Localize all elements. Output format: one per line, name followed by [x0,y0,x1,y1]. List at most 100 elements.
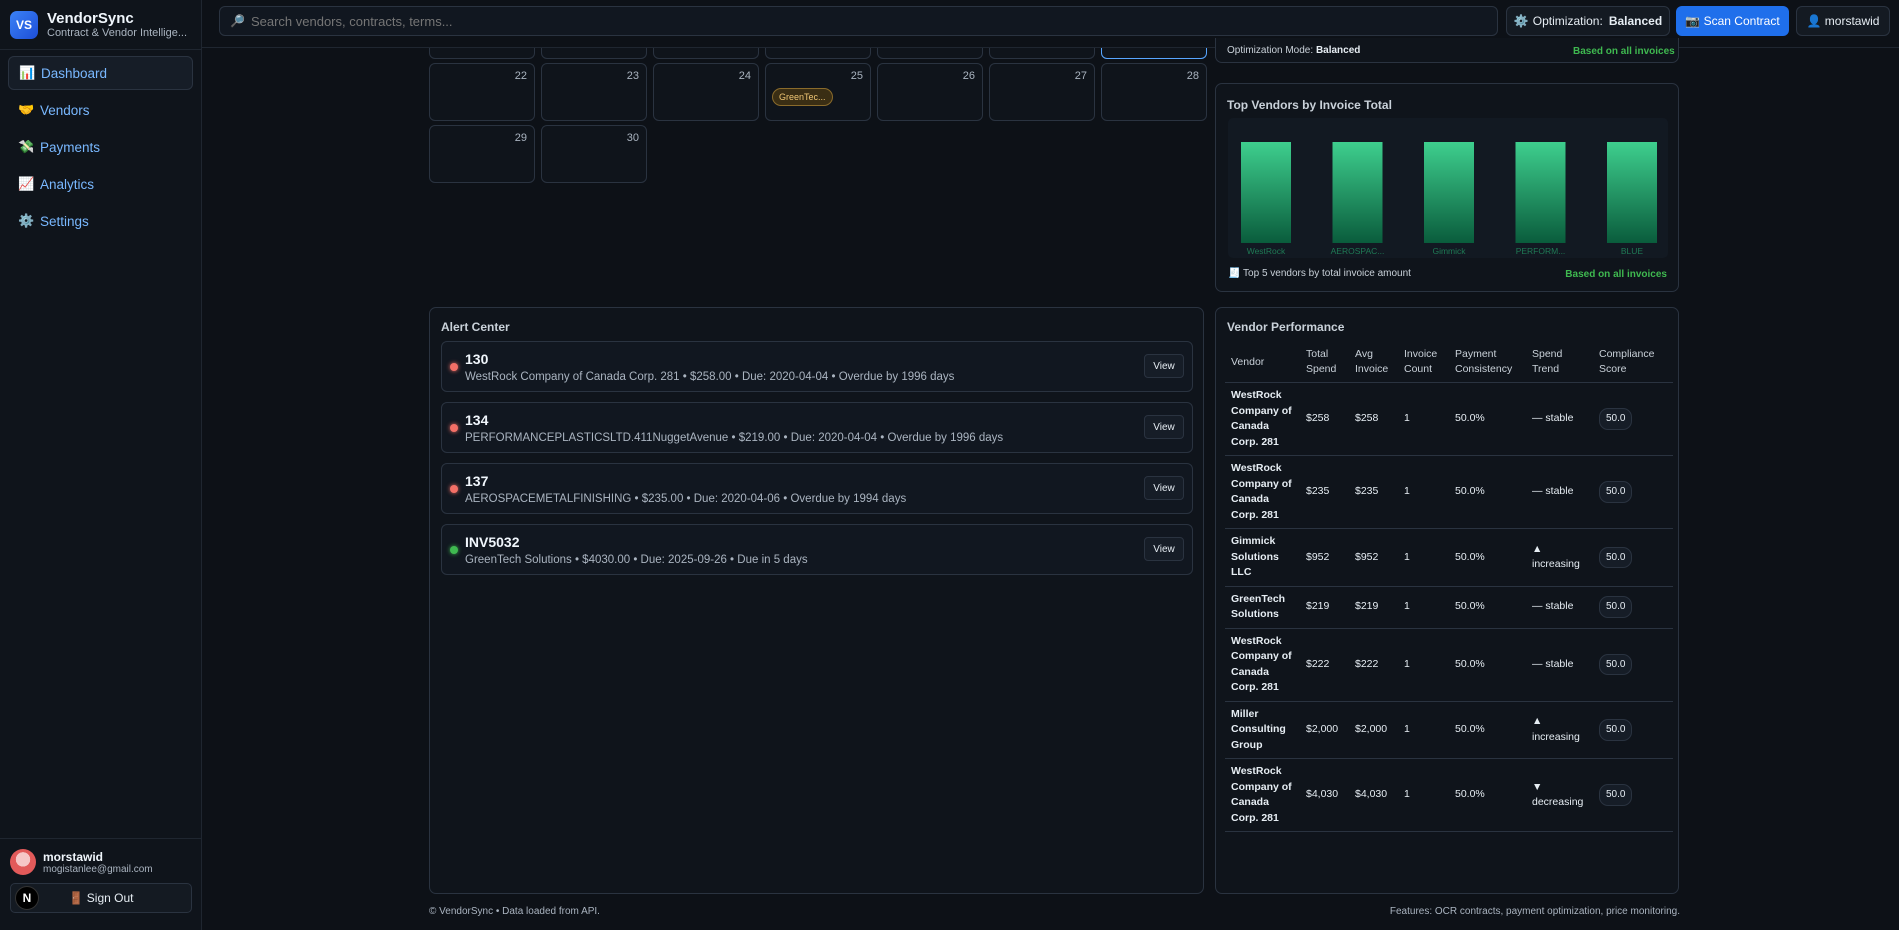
avg-invoice-cell: $258 [1349,382,1398,456]
calendar-day[interactable]: 25 GreenTec... [765,63,871,121]
calendar-cell-partial[interactable] [765,48,871,59]
calendar-day[interactable]: 24 [653,63,759,121]
calendar-event-chip[interactable]: GreenTec... [772,88,833,106]
day-number: 24 [738,70,751,82]
alert-desc: GreenTech Solutions • $4030.00 • Due: 20… [465,554,808,566]
calendar-cell-today-partial[interactable] [1101,48,1207,59]
vendor-cell: WestRock Company of Canada Corp. 281 [1225,455,1300,529]
view-button[interactable]: View [1144,476,1184,500]
search-box[interactable]: 🔎 [219,6,1498,36]
spend-trend-cell: ▼ decreasing [1526,758,1593,832]
day-number: 22 [514,70,527,82]
payment-consistency-cell: 50.0% [1449,628,1526,702]
table-row[interactable]: WestRock Company of Canada Corp. 281 $222… [1225,628,1673,702]
compliance-score-cell: 50.0 [1593,586,1673,629]
search-input[interactable] [250,13,1451,29]
calendar-day[interactable]: 27 [989,63,1095,121]
optimization-mode-label: Optimization Mode: [1227,45,1314,56]
alert-id: INV5032 [465,534,520,550]
sidebar-item-payments[interactable]: 💸 Payments [8,130,193,164]
vendor-cell: WestRock Company of Canada Corp. 281 [1225,382,1300,456]
table-row[interactable]: WestRock Company of Canada Corp. 281 $4,0… [1225,758,1673,832]
chart-bar [1332,142,1383,243]
payment-consistency-cell: 50.0% [1449,701,1526,759]
total-spend-cell: $235 [1300,455,1349,529]
total-spend-cell: $2,000 [1300,701,1349,759]
alert-item[interactable]: 134 PERFORMANCEPLASTICSLTD.411NuggetAven… [441,402,1193,453]
footer-left: © VendorSync • Data loaded from API. [429,906,600,917]
calendar-day[interactable]: 28 [1101,63,1207,121]
user-box: morstawid mogistanlee@gmail.com N 🚪 Sign… [0,838,202,930]
spend-trend-cell: — stable [1526,628,1593,702]
alert-desc: WestRock Company of Canada Corp. 281 • $… [465,371,955,383]
alert-item[interactable]: 130 WestRock Company of Canada Corp. 281… [441,341,1193,392]
alert-id: 130 [465,351,489,367]
scan-contract-button[interactable]: 📷 Scan Contract [1676,6,1789,36]
chart-bar [1424,142,1474,243]
spend-trend-cell: — stable [1526,586,1593,629]
user-name: morstawid [43,849,104,864]
sidebar-item-dashboard[interactable]: 📊 Dashboard [8,56,193,90]
user-menu-button[interactable]: 👤 morstawid [1796,6,1890,36]
top-vendors-caption: 🧾 Top 5 vendors by total invoice amount [1228,268,1411,279]
sign-out-button[interactable]: N 🚪 Sign Out [10,883,192,913]
calendar-cell-partial[interactable] [877,48,983,59]
score-badge: 50.0 [1599,408,1633,430]
calendar-day[interactable]: 22 [429,63,535,121]
day-number: 26 [962,70,975,82]
optimization-toggle[interactable]: ⚙️ Optimization: Balanced [1506,6,1670,36]
table-row[interactable]: Miller Consulting Group $2,000 $2,000 1 50.0… [1225,701,1673,759]
calendar-cell-partial[interactable] [429,48,535,59]
view-button[interactable]: View [1144,537,1184,561]
n-badge-icon[interactable]: N [15,886,39,910]
view-button[interactable]: View [1144,354,1184,378]
calendar-day[interactable]: 23 [541,63,647,121]
day-number: 29 [514,132,527,144]
money-icon: 💸 [18,139,35,154]
alert-item[interactable]: 137 AEROSPACEMETALFINISHING • $235.00 • … [441,463,1193,514]
chart-tick-label: BLUE [1621,246,1644,256]
table-row[interactable]: WestRock Company of Canada Corp. 281 $258… [1225,382,1673,456]
compliance-score-cell: 50.0 [1593,382,1673,456]
brand-logo: VS [10,10,38,39]
top-vendors-panel: Top Vendors by Invoice Total WestRock AER… [1215,83,1679,292]
brand-subtitle: Contract & Vendor Intellige... [47,27,188,39]
calendar-cell-partial[interactable] [541,48,647,59]
calendar-day[interactable]: 29 [429,125,535,183]
sidebar-item-analytics[interactable]: 📈 Analytics [8,167,193,201]
status-dot-green [450,546,458,554]
footer-right: Features: OCR contracts, payment optimiz… [1389,906,1680,917]
gear-icon: ⚙️ [1513,14,1529,28]
optimization-note: Based on all invoices [1573,46,1675,57]
compliance-score-cell: 50.0 [1593,628,1673,702]
invoice-count-cell: 1 [1398,758,1449,832]
alert-center-title: Alert Center [441,320,510,334]
payment-consistency-cell: 50.0% [1449,586,1526,629]
payment-consistency-cell: 50.0% [1449,758,1526,832]
view-button[interactable]: View [1144,415,1184,439]
user-email: mogistanlee@gmail.com [43,863,153,875]
optimization-mode: Optimization Mode: Balanced [1227,45,1360,56]
table-row[interactable]: WestRock Company of Canada Corp. 281 $235… [1225,455,1673,529]
chart-tick-label: Gimmick [1432,246,1466,256]
invoice-count-cell: 1 [1398,701,1449,759]
compliance-score-cell: 50.0 [1593,758,1673,832]
calendar-cell-partial[interactable] [989,48,1095,59]
chart-tick-label: AEROSPAC... [1331,246,1385,256]
invoice-count-cell: 1 [1398,528,1449,587]
table-row[interactable]: Gimmick Solutions LLC $952 $952 1 50.0% ▲ inc… [1225,528,1673,587]
calendar-day[interactable]: 30 [541,125,647,183]
chart-icon: 📊 [19,65,36,80]
calendar-cell-partial[interactable] [653,48,759,59]
sidebar-item-label: Dashboard [41,65,108,81]
avg-invoice-cell: $2,000 [1349,701,1398,759]
table-row[interactable]: GreenTech Solutions $219 $219 1 50.0% — stabl… [1225,586,1673,629]
sidebar-item-settings[interactable]: ⚙️ Settings [8,204,193,238]
sidebar-item-vendors[interactable]: 🤝 Vendors [8,93,193,127]
score-badge: 50.0 [1599,719,1633,741]
alert-item[interactable]: INV5032 GreenTech Solutions • $4030.00 •… [441,524,1193,575]
vendor-performance-table: Vendor Total Spend Avg Invoice Invoice C… [1225,342,1673,832]
status-dot-red [450,485,458,493]
vendor-cell: GreenTech Solutions [1225,586,1300,629]
calendar-day[interactable]: 26 [877,63,983,121]
